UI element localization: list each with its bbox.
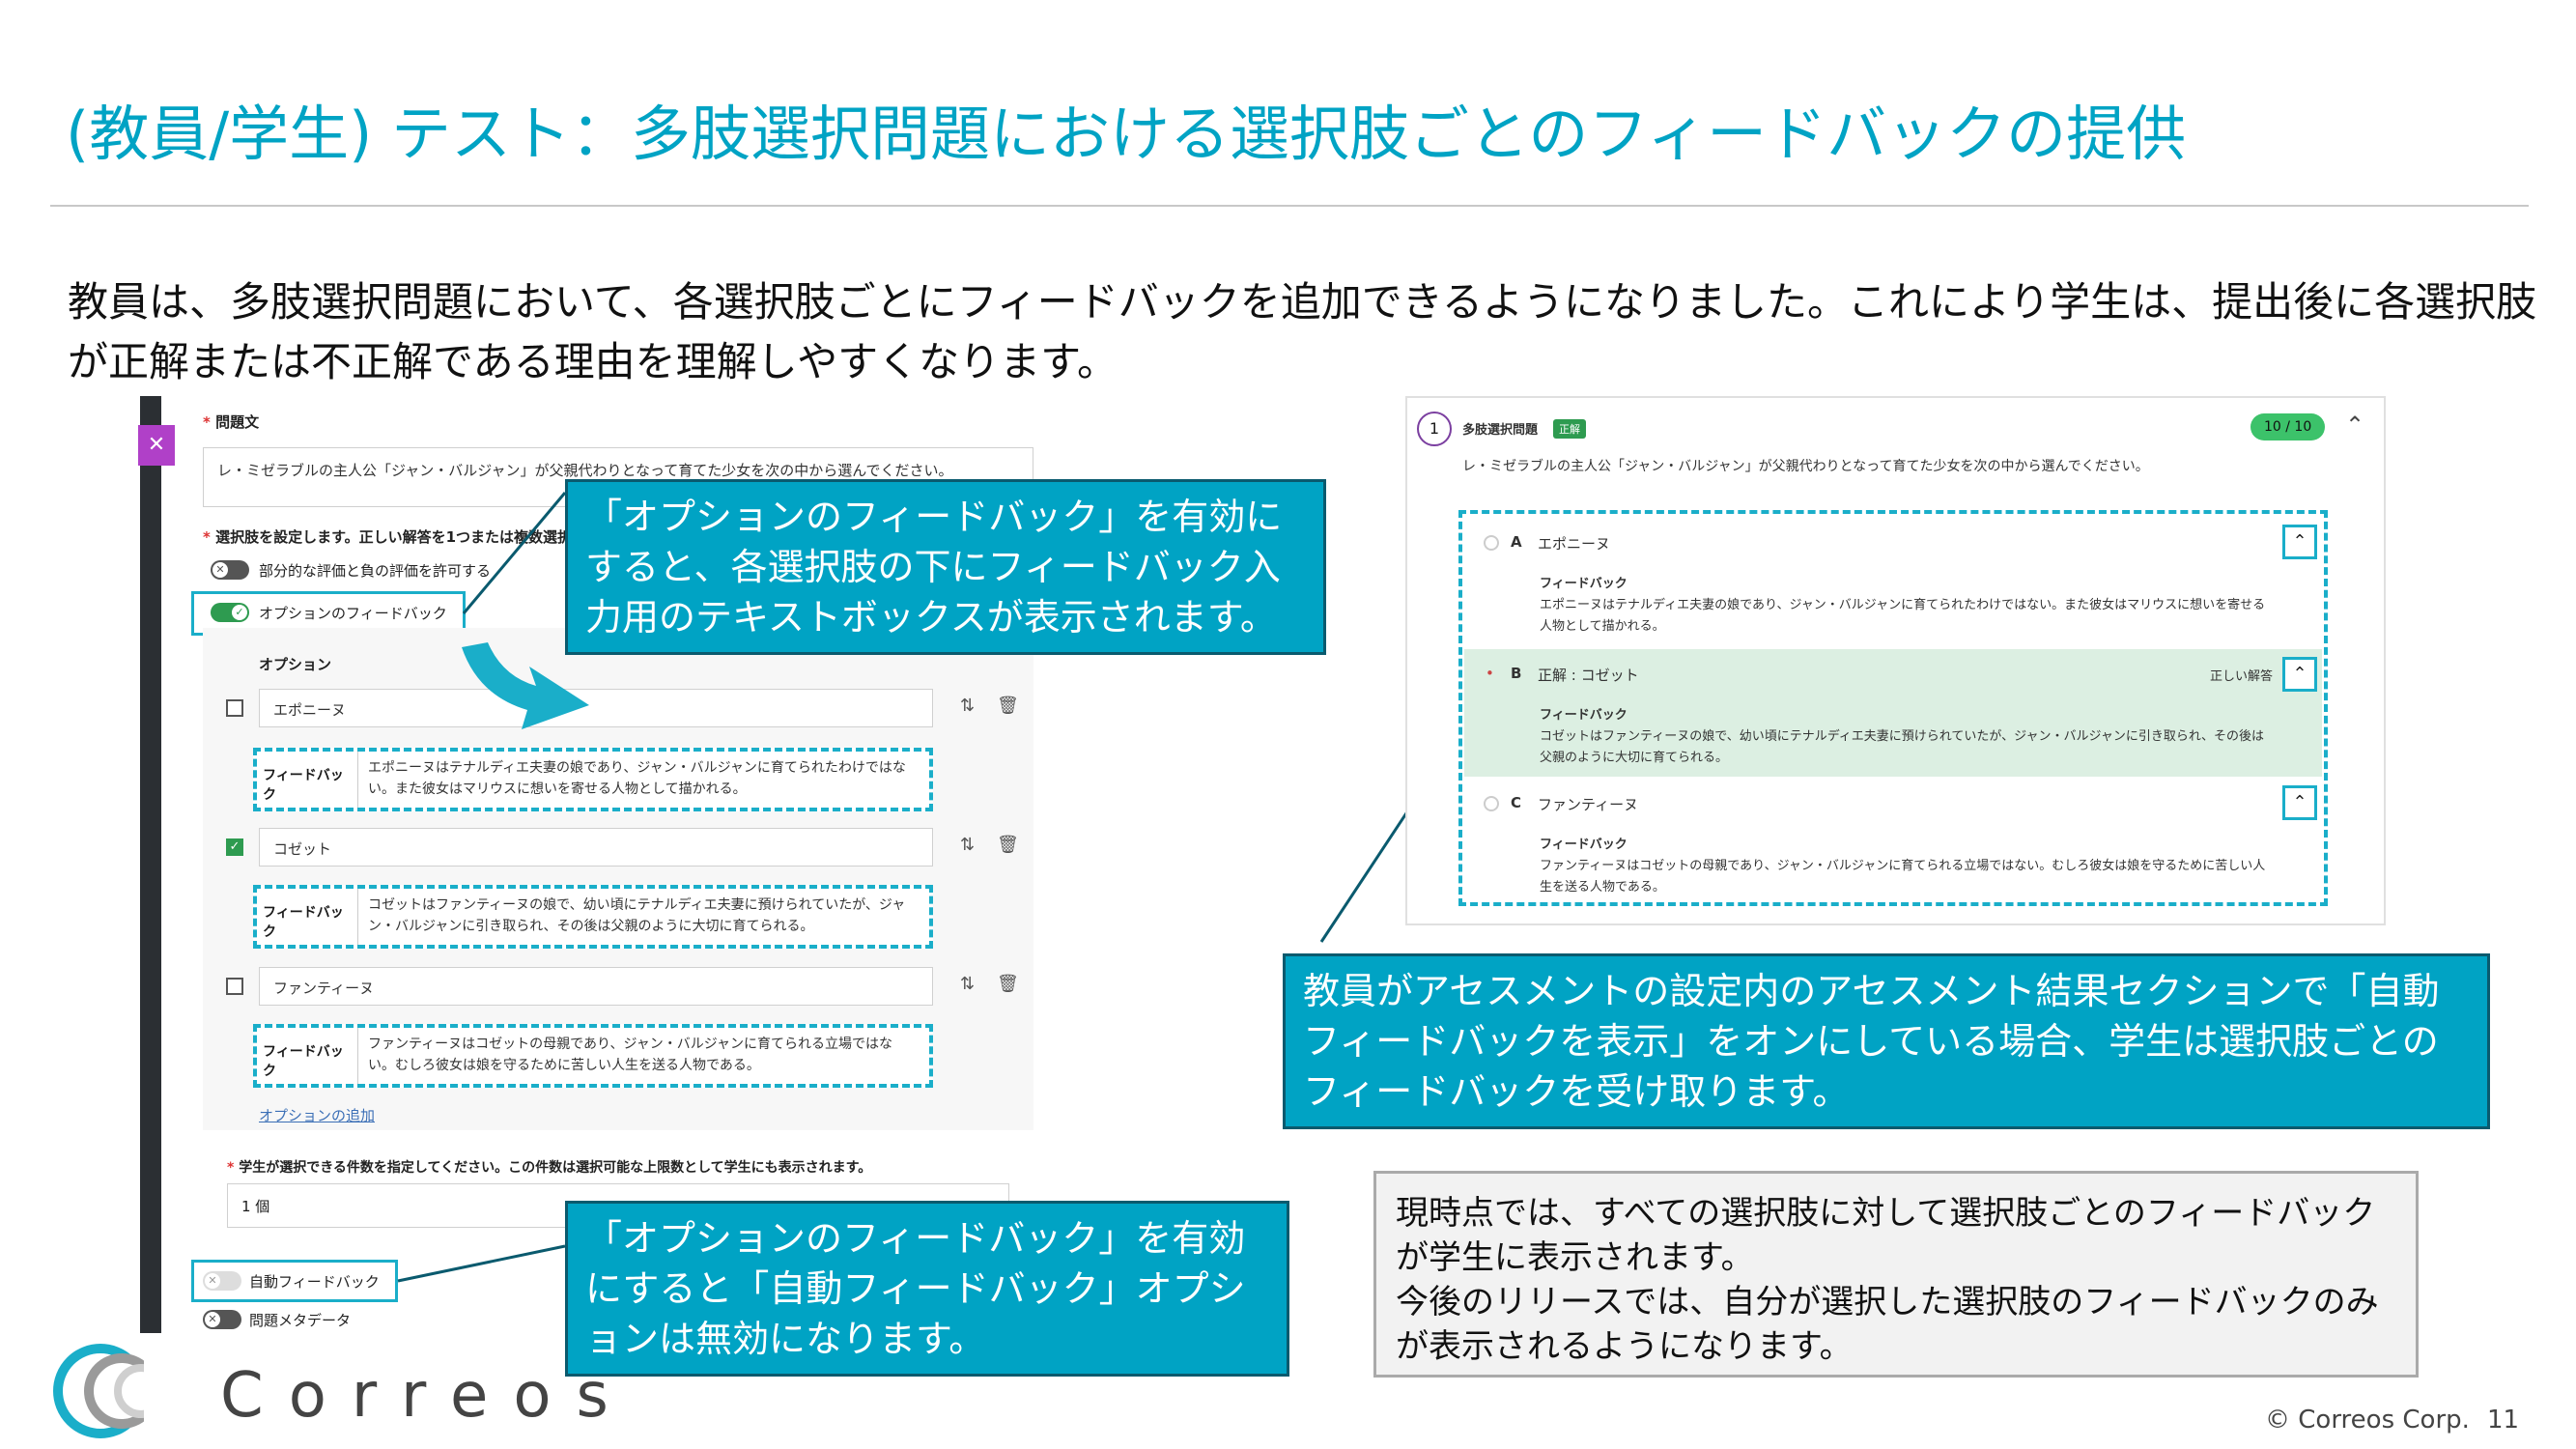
option-label: ファンティーヌ [1538,796,1639,813]
option-radio-c [1484,796,1499,811]
chevron-up-icon[interactable]: ⌃ [2282,657,2317,692]
callout-student-feedback: 教員がアセスメントの設定内のアセスメント結果セクションで「自動フィードバックを表… [1283,953,2490,1129]
callout-auto-feedback: 「オプションのフィードバック」を有効にすると「自動フィードバック」オプションは無… [565,1201,1289,1377]
option-label: エポニーヌ [1538,535,1611,553]
correct-answer-tag: 正しい解答 [2210,669,2274,684]
feedback-label: フィードバック [1540,838,1628,852]
status-badge: 正解 [1553,419,1586,439]
feedback-text: コゼットはファンティーヌの娘で、幼い頃にテナルディエ夫妻に預けられていたが、ジャ… [1540,729,2264,765]
question-type: 多肢選択問題 [1462,423,1539,438]
correos-logo-icon [53,1344,187,1438]
correct-marker: • [1486,665,1494,682]
question-number: 1 [1417,412,1452,446]
copyright: © Correos Corp. [2265,1406,2470,1435]
chevron-up-icon[interactable]: ⌃ [2282,525,2317,559]
chevron-up-icon[interactable]: ⌃ [2282,785,2317,820]
question-text: レ・ミゼラブルの主人公「ジャン・バルジャン」が父親代わりとなって育てた少女を次の… [1462,459,2149,474]
option-radio-a [1484,535,1499,551]
page-number: 11 [2487,1406,2520,1435]
feedback-label: フィードバック [1540,577,1628,591]
logo-wordmark: Correos [220,1360,634,1432]
score-badge: 10 / 10 [2250,413,2326,440]
release-note: 現時点では、すべての選択肢に対して選択肢ごとのフィードバックが学生に表示されます… [1373,1171,2419,1378]
feedback-text: エポニーヌはテナルディエ夫妻の娘であり、ジャン・バルジャンに育てられたわけではな… [1540,598,2266,634]
option-letter: C [1511,794,1522,811]
option-letter: A [1511,533,1522,551]
feedback-label: フィードバック [1540,708,1628,723]
option-letter: B [1511,665,1522,682]
option-label: 正解 : コゼット [1538,667,1639,684]
callout-option-feedback: 「オプションのフィードバック」を有効にすると、各選択肢の下にフィードバック入力用… [565,479,1326,655]
feedback-text: ファンティーヌはコゼットの母親であり、ジャン・バルジャンに育てられる立場ではない… [1540,859,2266,895]
chevron-up-icon[interactable]: ⌃ [2345,412,2364,439]
